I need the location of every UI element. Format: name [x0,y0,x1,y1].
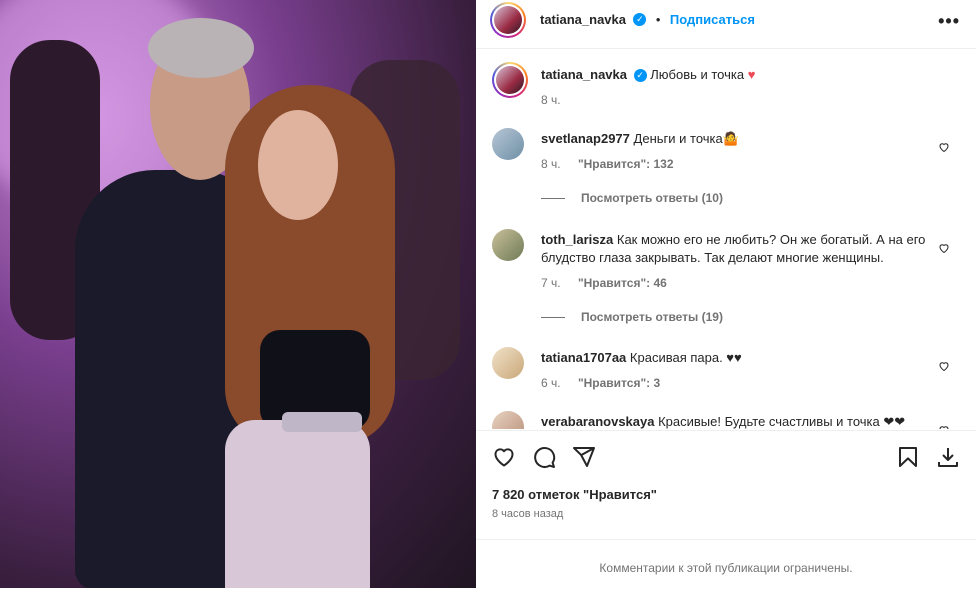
caption-text: Любовь и точка [650,67,745,82]
post-actions: 7 820 отметок "Нравится" 8 часов назад К… [476,430,976,589]
caption-time: 8 ч. [541,93,561,107]
comment-likes[interactable]: "Нравится": 46 [578,276,667,290]
verified-icon: ✓ [633,69,647,83]
photo-man-hair [148,18,254,78]
comment-likes[interactable]: "Нравится": 132 [578,157,674,171]
author-avatar[interactable] [490,2,526,38]
commenter-avatar[interactable] [492,128,524,160]
commenter-avatar[interactable] [492,347,524,379]
commenter-avatar[interactable] [492,229,524,261]
caption-avatar[interactable] [492,62,528,98]
comment-text: Красивые! Будьте счастливы и точка ❤❤ [658,414,906,429]
posted-time: 8 часов назад [492,508,564,520]
comment-time: 6 ч. [541,376,561,390]
verified-icon: ✓ [633,13,647,27]
replies-divider [541,317,565,319]
photo-belt [282,412,362,432]
view-replies-button[interactable]: Посмотреть ответы (10) [541,191,723,205]
follow-button[interactable]: Подписаться [670,12,755,27]
comment-likes[interactable]: "Нравится": 3 [578,376,660,390]
photo-woman-face [258,110,338,220]
comment-text: Деньги и точка🤷 [633,131,739,146]
download-icon[interactable] [936,445,960,474]
author-username[interactable]: tatiana_navka [540,12,626,27]
commenter-avatar[interactable] [492,411,524,429]
like-comment-heart-icon[interactable] [938,359,950,372]
comment-icon[interactable] [532,445,556,474]
post-header: tatiana_navka ✓ • Подписаться ••• [476,0,976,49]
comment-item: svetlanap2977 Деньги и точка🤷 8 ч. "Нрав… [492,128,960,208]
heart-icon[interactable] [492,445,516,474]
comments-list[interactable]: tatiana_navka ✓ Любовь и точка ♥ 8 ч. sv… [476,49,976,429]
comment-item: toth_larisza Как можно его не любить? Он… [492,229,960,329]
heart-emoji: ♥ [747,67,756,82]
separator-dot: • [655,12,661,27]
comment-item: verabaranovskaya Красивые! Будьте счастл… [492,411,960,429]
comment-text: Красивая пара. ♥♥ [629,350,742,365]
commenter-username[interactable]: verabaranovskaya [541,414,654,429]
view-replies-button[interactable]: Посмотреть ответы (19) [541,310,723,324]
caption-username[interactable]: tatiana_navka [541,67,627,82]
post-side-panel: tatiana_navka ✓ • Подписаться ••• tatian… [476,0,976,588]
comment-time: 8 ч. [541,157,561,171]
caption: tatiana_navka ✓ Любовь и точка ♥ 8 ч. [492,62,960,112]
post-photo[interactable] [0,0,476,588]
like-comment-heart-icon[interactable] [938,423,950,429]
commenter-username[interactable]: toth_larisza [541,232,613,247]
replies-divider [541,198,565,200]
commenter-username[interactable]: tatiana1707aa [541,350,626,365]
more-icon[interactable]: ••• [938,11,960,32]
bookmark-icon[interactable] [896,445,920,474]
photo-woman-skirt [225,420,370,588]
commenter-username[interactable]: svetlanap2977 [541,131,630,146]
share-icon[interactable] [572,445,596,474]
comments-restricted-notice: Комментарии к этой публикации ограничены… [476,539,976,590]
comment-item: tatiana1707aa Красивая пара. ♥♥ 6 ч. "Нр… [492,347,960,397]
like-comment-heart-icon[interactable] [938,241,950,254]
like-comment-heart-icon[interactable] [938,140,950,153]
comment-time: 7 ч. [541,276,561,290]
likes-count[interactable]: 7 820 отметок "Нравится" [492,487,657,502]
